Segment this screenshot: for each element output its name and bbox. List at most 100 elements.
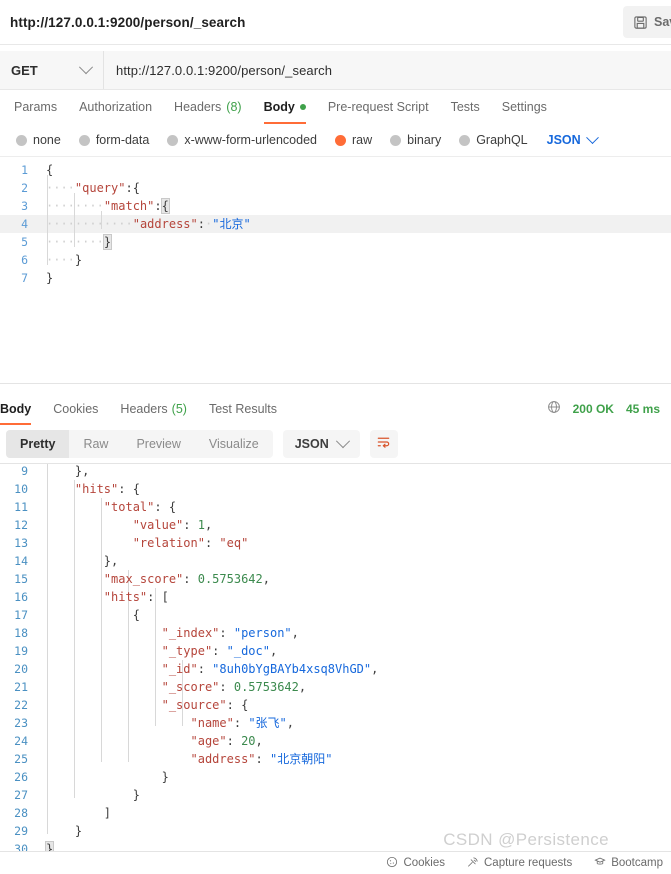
body-type-none[interactable]: none [7,133,70,147]
window-titlebar: http://127.0.0.1:9200/person/_search Sav… [0,0,671,45]
body-type-label: x-www-form-urlencoded [184,133,317,147]
globe-icon [547,400,561,417]
line-content: } [74,824,83,838]
response-format-select[interactable]: JSON [282,430,360,458]
code-line: 20 "_id": "8uh0bYgBAYb4xsq8VhGD", [0,660,671,678]
view-mode-visualize[interactable]: Visualize [195,430,273,458]
response-tab-cookies[interactable]: Cookies [42,392,109,425]
code-line: 1 { [0,161,671,179]
body-type-binary[interactable]: binary [381,133,450,147]
line-number: 16 [14,590,28,604]
status-bar: Cookies Capture requests Bootcamp [0,851,671,874]
status-bar-label: Cookies [403,857,445,869]
line-number: 29 [14,824,28,838]
body-type-raw[interactable]: raw [326,133,381,147]
code-line: 5 ········} [0,233,671,251]
tab-count: (5) [171,401,187,416]
tab-headers[interactable]: Headers (8) [163,90,253,124]
code-line: 12 "value": 1, [0,516,671,534]
response-tab-test-results[interactable]: Test Results [198,392,288,425]
tab-authorization[interactable]: Authorization [68,90,163,124]
radio-icon [78,134,90,146]
request-body-editor[interactable]: 1 { 2 ····"query":{ 3 ········"match":{ … [0,157,671,340]
body-format-select[interactable]: JSON [537,130,607,147]
line-content: } [161,770,169,784]
response-toolbar: Pretty Raw Preview Visualize JSON [0,425,671,463]
tab-label: Cookies [53,401,99,416]
code-line: 19 "_type": "_doc", [0,642,671,660]
line-number: 2 [21,181,28,195]
line-number: 23 [14,716,28,730]
satellite-icon [467,856,479,871]
line-number: 27 [14,788,28,802]
bootcamp-icon [594,856,606,871]
request-tab-title[interactable]: http://127.0.0.1:9200/person/_search [0,15,245,30]
line-number: 20 [14,662,28,676]
code-line: 18 "_index": "person", [0,624,671,642]
status-bar-cookies[interactable]: Cookies [386,856,445,871]
line-number: 12 [14,518,28,532]
code-line: 15 "max_score": 0.5753642, [0,570,671,588]
code-line: 17 { [0,606,671,624]
view-mode-preview[interactable]: Preview [122,430,194,458]
tab-count: (8) [226,100,242,114]
tab-pre-request-script[interactable]: Pre-request Script [317,90,440,124]
url-input[interactable]: http://127.0.0.1:9200/person/_search [104,51,671,89]
line-content: "hits": [ [103,590,169,604]
radio-icon [459,134,471,146]
line-content: "_source": { [161,698,249,712]
view-mode-pretty[interactable]: Pretty [6,430,70,458]
word-wrap-button[interactable] [369,430,398,458]
line-content: } [132,788,140,802]
code-line: 22 "_source": { [0,696,671,714]
body-type-form-data[interactable]: form-data [70,133,159,147]
line-content: ] [103,806,112,820]
line-number: 5 [21,235,28,249]
line-content: "name": "张飞", [190,716,295,730]
tab-label: Authorization [79,100,153,114]
radio-selected-icon [335,134,346,146]
status-bar-capture-requests[interactable]: Capture requests [467,856,572,871]
body-type-label: binary [407,133,442,147]
view-mode-raw[interactable]: Raw [69,430,122,458]
save-button[interactable]: Save [623,6,671,38]
status-bar-bootcamp[interactable]: Bootcamp [594,856,663,871]
line-content: "value": 1, [132,518,213,532]
code-line: 9 }, [0,464,671,480]
radio-icon [167,134,179,146]
tab-settings[interactable]: Settings [491,90,558,124]
http-method-select[interactable]: GET [0,51,104,89]
status-code: 200 OK [572,401,614,416]
response-tab-body[interactable]: Body [0,392,42,425]
line-content: ········} [46,234,113,250]
line-number: 7 [21,271,28,285]
save-icon [633,15,648,30]
tab-tests[interactable]: Tests [440,90,491,124]
body-type-graphql[interactable]: GraphQL [450,133,536,147]
line-content: } [46,271,54,285]
code-line: 27 } [0,786,671,804]
code-line: 25 "address": "北京朝阳" [0,750,671,768]
line-number: 28 [14,806,28,820]
tab-params[interactable]: Params [3,90,68,124]
line-content: "_id": "8uh0bYgBAYb4xsq8VhGD", [161,662,379,676]
tab-label: Body [263,100,295,114]
line-content: { [132,608,140,622]
code-line: 24 "age": 20, [0,732,671,750]
code-line: 4 ············"address":·"北京" [0,215,671,233]
response-tab-headers[interactable]: Headers (5) [109,392,198,425]
response-body-editor[interactable]: 9 }, 10 "hits": { 11 "total": { 12 "valu… [0,464,671,856]
tab-body[interactable]: Body [253,90,317,124]
line-number: 17 [14,608,28,622]
line-content: "_score": 0.5753642, [161,680,307,694]
code-line: 23 "name": "张飞", [0,714,671,732]
tab-label: Tests [450,100,480,114]
code-line: 11 "total": { [0,498,671,516]
body-type-label: form-data [95,133,150,147]
request-tabs: Params Authorization Headers (8) Body Pr… [0,90,671,124]
status-bar-label: Capture requests [484,857,573,869]
line-number: 18 [14,626,28,640]
line-content: ············"address":·"北京" [46,217,251,231]
http-method-value: GET [11,62,38,78]
body-type-x-www-form-urlencoded[interactable]: x-www-form-urlencoded [158,133,326,147]
